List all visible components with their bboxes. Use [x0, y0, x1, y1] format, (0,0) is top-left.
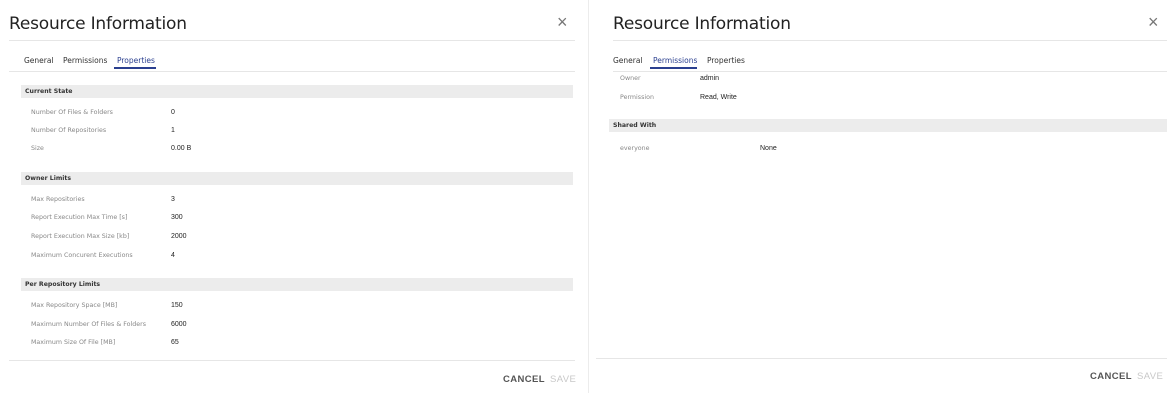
field-value: 150 — [171, 302, 183, 309]
field-value: 6000 — [171, 321, 187, 328]
field-label: Size — [31, 145, 44, 152]
tab-properties[interactable]: Properties — [707, 56, 745, 65]
field-value: 65 — [171, 339, 179, 346]
field-label: Maximum Number Of Files & Folders — [31, 321, 146, 328]
close-icon[interactable]: × — [557, 12, 568, 32]
tab-properties[interactable]: Properties — [117, 56, 155, 65]
section-per-repository-limits: Per Repository Limits — [21, 278, 573, 291]
header-divider — [613, 40, 1167, 41]
field-value: 3 — [171, 196, 175, 203]
dialog-title: Resource Information — [613, 14, 791, 34]
header-divider — [9, 40, 575, 41]
field-value: 1 — [171, 127, 175, 134]
tabs-divider — [613, 71, 1167, 72]
field-label: Number Of Repositories — [31, 127, 107, 134]
section-current-state: Current State — [21, 85, 573, 98]
dialog-title: Resource Information — [9, 14, 187, 34]
cancel-button[interactable]: CANCEL — [503, 374, 545, 385]
cancel-button[interactable]: CANCEL — [1090, 371, 1132, 382]
close-icon[interactable]: × — [1148, 12, 1159, 32]
permission-label: Permission — [620, 94, 654, 101]
owner-label: Owner — [620, 75, 641, 82]
field-label: Report Execution Max Size [kb] — [31, 233, 130, 240]
active-tab-indicator — [114, 67, 156, 69]
owner-value: admin — [700, 75, 720, 82]
active-tab-indicator — [650, 67, 697, 69]
resource-info-dialog-properties: Resource Information × General Permissio… — [0, 0, 583, 393]
field-value: 0 — [171, 109, 175, 116]
tabs-divider — [9, 71, 575, 72]
tab-general[interactable]: General — [613, 56, 643, 65]
save-button[interactable]: SAVE — [1137, 371, 1163, 382]
field-value: 4 — [171, 252, 175, 259]
resource-info-dialog-permissions: Resource Information × General Permissio… — [596, 0, 1167, 393]
section-shared-with: Shared With — [609, 119, 1167, 132]
field-value: 300 — [171, 214, 183, 221]
save-button[interactable]: SAVE — [550, 374, 576, 385]
field-label: Maximum Size Of File [MB] — [31, 339, 116, 346]
field-label: Number Of Files & Folders — [31, 109, 113, 116]
field-label: Max Repositories — [31, 196, 85, 203]
field-label: Maximum Concurent Executions — [31, 252, 133, 259]
permission-value: Read, Write — [700, 94, 737, 101]
tab-general[interactable]: General — [24, 56, 54, 65]
shared-user-access: None — [760, 145, 777, 152]
field-label: Max Repository Space [MB] — [31, 302, 118, 309]
section-owner-limits: Owner Limits — [21, 172, 573, 185]
footer-divider — [596, 358, 1167, 359]
field-label: Report Execution Max Time [s] — [31, 214, 128, 221]
dialog-separator — [588, 0, 589, 393]
field-value: 2000 — [171, 233, 187, 240]
tab-permissions[interactable]: Permissions — [63, 56, 107, 65]
tab-permissions[interactable]: Permissions — [653, 56, 697, 65]
footer-divider — [9, 360, 575, 361]
shared-user-label: everyone — [620, 145, 650, 152]
field-value: 0.00 B — [171, 145, 192, 152]
